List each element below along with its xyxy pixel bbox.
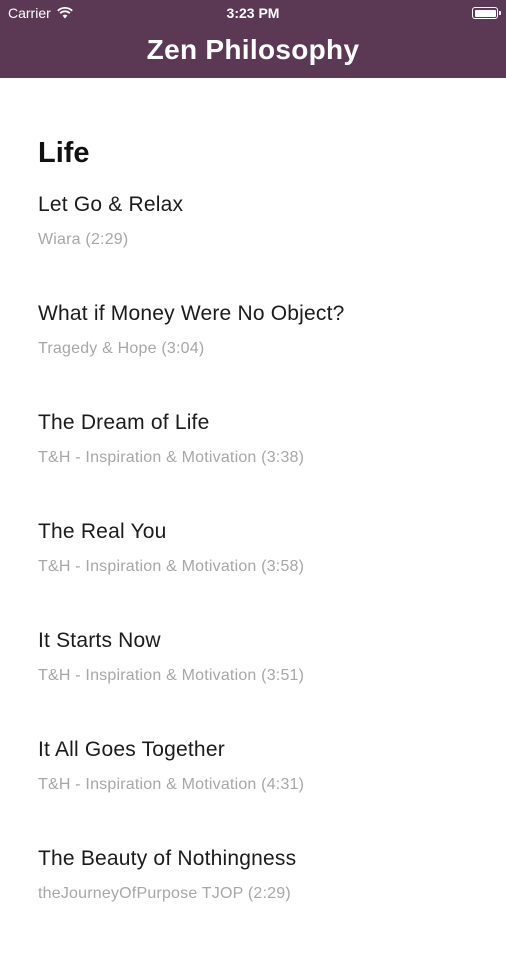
item-title: It All Goes Together (38, 738, 225, 761)
item-title: What if Money Were No Object? (38, 302, 345, 325)
list-item[interactable]: It Starts Now T&H - Inspiration & Motiva… (38, 628, 486, 737)
item-subtitle: T&H - Inspiration & Motivation (3:58) (38, 558, 305, 575)
item-subtitle: T&H - Inspiration & Motivation (4:31) (38, 776, 305, 793)
item-title: The Beauty of Nothingness (38, 847, 297, 870)
item-subtitle: theJourneyOfPurpose TJOP (2:29) (38, 885, 291, 902)
list-item[interactable]: The Beauty of Nothingness theJourneyOfPu… (38, 846, 486, 955)
status-time: 3:23 PM (226, 5, 280, 21)
status-bar: Carrier 3:23 PM (0, 0, 506, 26)
page-title: Zen Philosophy (146, 34, 360, 65)
item-subtitle: Wiara (2:29) (38, 231, 129, 248)
item-subtitle: T&H - Inspiration & Motivation (3:51) (38, 667, 305, 684)
list-item[interactable]: Let Go & Relax Wiara (2:29) (38, 192, 486, 301)
battery-level (474, 9, 496, 17)
battery-icon (472, 7, 501, 19)
item-title: The Real You (38, 520, 167, 543)
section-title: Life (38, 137, 90, 169)
item-title: The Dream of Life (38, 411, 210, 434)
content-list: Life Let Go & Relax Wiara (2:29) What if… (38, 136, 486, 955)
list-item[interactable]: The Real You T&H - Inspiration & Motivat… (38, 519, 486, 628)
list-item[interactable]: It All Goes Together T&H - Inspiration &… (38, 737, 486, 846)
item-subtitle: T&H - Inspiration & Motivation (3:38) (38, 449, 305, 466)
item-subtitle: Tragedy & Hope (3:04) (38, 340, 205, 357)
list-item[interactable]: What if Money Were No Object? Tragedy & … (38, 301, 486, 410)
list-item[interactable]: The Dream of Life T&H - Inspiration & Mo… (38, 410, 486, 519)
item-title: It Starts Now (38, 629, 161, 652)
nav-bar: Carrier 3:23 PM Zen Philosophy (0, 0, 506, 78)
item-title: Let Go & Relax (38, 193, 184, 216)
